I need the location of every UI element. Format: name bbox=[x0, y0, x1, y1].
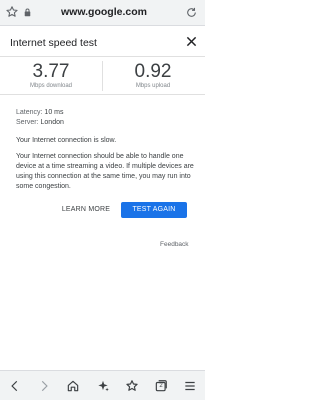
connection-description: Your Internet connection should be able … bbox=[16, 153, 194, 190]
bookmark-star-icon[interactable] bbox=[5, 5, 19, 19]
server-label: Server: bbox=[16, 119, 39, 126]
server-row: Server: London bbox=[16, 118, 64, 128]
upload-stat: 0.92 Mbps upload bbox=[105, 62, 201, 89]
server-value: London bbox=[40, 119, 64, 126]
speed-results: 3.77 Mbps download 0.92 Mbps upload bbox=[0, 57, 205, 95]
bookmarks-star-icon[interactable] bbox=[125, 379, 139, 393]
forward-icon[interactable] bbox=[37, 379, 51, 393]
upload-label: Mbps upload bbox=[135, 83, 171, 89]
url-text[interactable]: www.google.com bbox=[34, 6, 174, 18]
tab-count[interactable]: 2 bbox=[155, 381, 167, 391]
upload-value: 0.92 bbox=[134, 61, 172, 82]
test-again-button[interactable]: TEST AGAIN bbox=[121, 202, 187, 218]
latency-value: 10 ms bbox=[44, 109, 64, 116]
speed-test-title: Internet speed test bbox=[10, 37, 97, 49]
lock-icon bbox=[24, 8, 31, 17]
download-value: 3.77 bbox=[32, 61, 70, 82]
close-icon[interactable] bbox=[186, 36, 197, 47]
home-icon[interactable] bbox=[66, 379, 80, 393]
download-stat: 3.77 Mbps download bbox=[3, 62, 99, 89]
slow-message: Your Internet connection is slow. bbox=[16, 137, 117, 144]
reload-icon[interactable] bbox=[185, 6, 198, 19]
stats-divider bbox=[102, 61, 103, 91]
latency-label: Latency: bbox=[16, 109, 43, 116]
feedback-link[interactable]: Feedback bbox=[160, 241, 189, 248]
back-icon[interactable] bbox=[8, 379, 22, 393]
download-label: Mbps download bbox=[29, 83, 73, 89]
address-bar[interactable]: www.google.com bbox=[0, 0, 205, 26]
learn-more-button[interactable]: LEARN MORE bbox=[58, 202, 114, 218]
browser-toolbar: 2 bbox=[0, 370, 205, 400]
speed-test-header: Internet speed test bbox=[0, 27, 205, 57]
latency-row: Latency: 10 ms bbox=[16, 108, 64, 118]
menu-icon[interactable] bbox=[183, 379, 197, 393]
test-details: Latency: 10 ms Server: London bbox=[16, 108, 64, 128]
sparkle-icon[interactable] bbox=[96, 379, 110, 393]
